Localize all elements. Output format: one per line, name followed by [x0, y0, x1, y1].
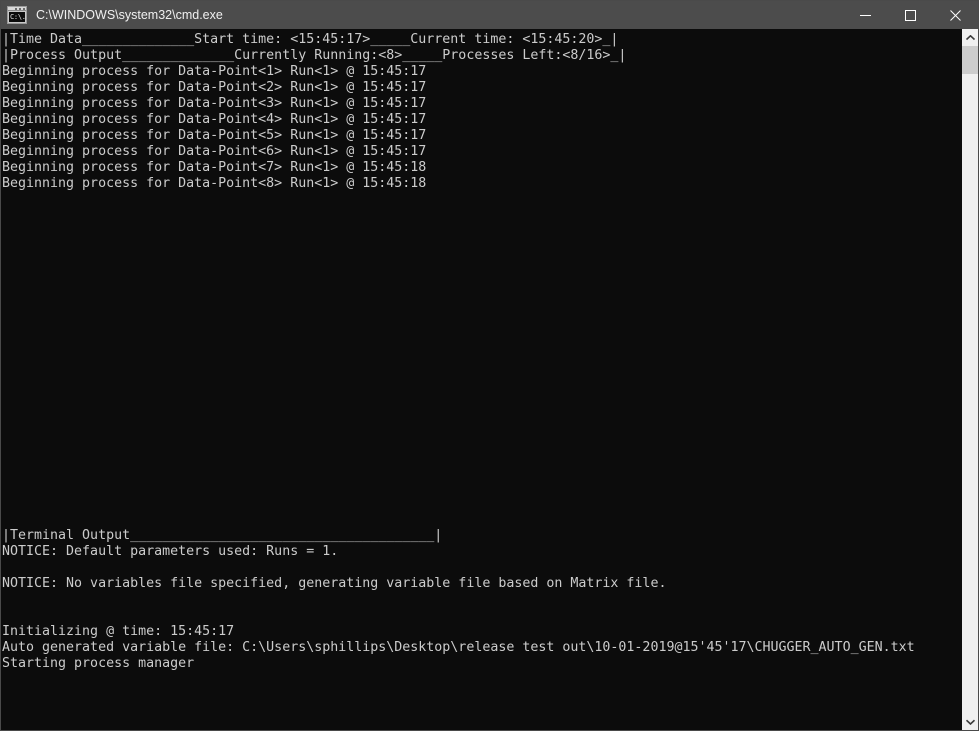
- cmd-window: C:\. C:\WINDOWS\system32\cmd.exe |Time D…: [0, 0, 979, 731]
- vertical-scrollbar[interactable]: [961, 29, 978, 730]
- scrollbar-track[interactable]: [962, 46, 978, 713]
- close-icon: [950, 9, 961, 21]
- chevron-up-icon: [965, 34, 975, 40]
- titlebar-left: C:\. C:\WINDOWS\system32\cmd.exe: [1, 6, 843, 24]
- console-area: |Time Data______________Start time: <15:…: [1, 29, 978, 730]
- window-controls: [843, 1, 978, 29]
- maximize-button[interactable]: [888, 1, 933, 29]
- close-button[interactable]: [933, 1, 978, 29]
- chevron-down-icon: [965, 719, 975, 725]
- window-title: C:\WINDOWS\system32\cmd.exe: [36, 8, 223, 22]
- icon-window-bar: [8, 7, 26, 11]
- maximize-icon: [905, 9, 916, 21]
- scrollbar-thumb[interactable]: [962, 46, 978, 74]
- cmd-console-icon: C:\.: [7, 6, 27, 24]
- titlebar[interactable]: C:\. C:\WINDOWS\system32\cmd.exe: [1, 1, 978, 29]
- console-output-region[interactable]: |Time Data______________Start time: <15:…: [1, 29, 961, 730]
- scroll-up-button[interactable]: [962, 29, 978, 46]
- minimize-button[interactable]: [843, 1, 888, 29]
- console-text: |Time Data______________Start time: <15:…: [2, 32, 915, 671]
- minimize-icon: [860, 14, 871, 16]
- scroll-down-button[interactable]: [962, 713, 978, 730]
- icon-prompt-text: C:\.: [9, 12, 26, 22]
